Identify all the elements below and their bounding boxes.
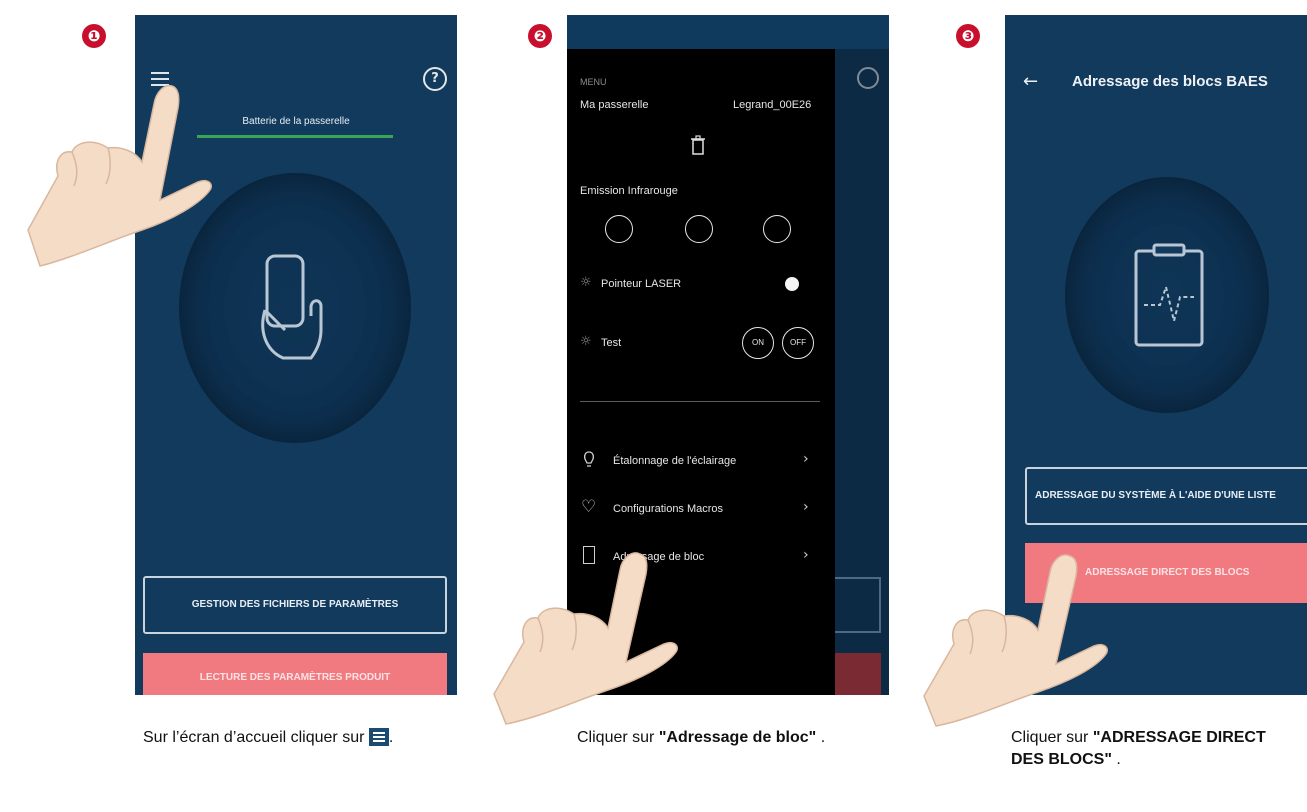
chevron-right-icon: › <box>803 547 809 563</box>
chevron-right-icon: › <box>803 451 809 467</box>
back-arrow-icon[interactable]: ← <box>1023 71 1038 92</box>
heart-icon: ♡ <box>581 497 597 517</box>
help-icon[interactable]: ? <box>423 67 447 91</box>
menu-item-macros[interactable]: ♡ Configurations Macros › <box>567 495 835 525</box>
sun-icon: ☼ <box>580 334 592 349</box>
caption-step-3: Cliquer sur "ADRESSAGE DIRECT DES BLOCS"… <box>1011 727 1307 771</box>
lightbulb-icon <box>583 451 595 467</box>
caption-3-pre: Cliquer sur <box>1011 729 1093 746</box>
ir-high-button[interactable] <box>763 215 791 243</box>
caption-1-text: Sur l’écran d’accueil cliquer sur <box>143 729 365 746</box>
screen-title: Adressage des blocs BAES <box>1072 73 1268 90</box>
status-strip <box>567 15 889 49</box>
step-number-3: ❸ <box>956 24 980 48</box>
test-off-button[interactable]: OFF <box>782 327 814 359</box>
background-button <box>835 577 881 633</box>
phone-in-hand-icon <box>261 254 323 360</box>
clipboard-pulse-icon <box>1134 243 1204 347</box>
sun-icon: ☼ <box>580 275 592 290</box>
list-addressing-button[interactable]: ADRESSAGE DU SYSTÈME À L'AIDE D'UNE LIST… <box>1025 467 1307 525</box>
menu-divider <box>580 401 820 402</box>
battery-bar <box>197 135 393 138</box>
background-help-icon <box>857 67 879 89</box>
direct-addressing-button[interactable]: ADRESSAGE DIRECT DES BLOCS <box>1025 543 1307 603</box>
caption-2-pre: Cliquer sur <box>577 729 659 746</box>
chevron-right-icon: › <box>803 499 809 515</box>
caption-step-1: Sur l’écran d’accueil cliquer sur . <box>143 727 443 749</box>
trash-icon[interactable] <box>690 135 706 155</box>
menu-icon-inline <box>368 728 389 746</box>
step-number-1: ❶ <box>82 24 106 48</box>
screen-block-addressing: ← Adressage des blocs BAES ADRESSAGE DU … <box>1005 15 1307 695</box>
menu-icon[interactable] <box>151 72 169 86</box>
menu-drawer: MENU Ma passerelle Legrand_00E26 Emissio… <box>567 49 835 695</box>
caption-2-end: . <box>816 729 826 746</box>
ir-label: Emission Infrarouge <box>580 185 678 197</box>
menu-item-calibration[interactable]: Étalonnage de l'éclairage › <box>567 447 835 477</box>
test-on-button[interactable]: ON <box>742 327 774 359</box>
menu-item-addressing[interactable]: Adressage de bloc › <box>567 543 835 573</box>
ir-low-button[interactable] <box>605 215 633 243</box>
test-label: Test <box>601 337 622 349</box>
menu-item-label: Étalonnage de l'éclairage <box>613 455 737 467</box>
caption-3-bold-2: DES BLOCS" <box>1011 751 1112 768</box>
laser-label: Pointeur LASER <box>601 278 682 290</box>
battery-label: Batterie de la passerelle <box>242 116 350 127</box>
caption-2-bold: "Adressage de bloc" <box>658 729 817 746</box>
background-pink-button <box>835 653 881 695</box>
caption-3-bold-1: "ADRESSAGE DIRECT <box>1092 729 1266 746</box>
clipboard-icon <box>583 546 595 564</box>
laser-toggle[interactable] <box>785 277 799 291</box>
ir-medium-button[interactable] <box>685 215 713 243</box>
gateway-name: Legrand_00E26 <box>733 99 812 111</box>
screen-home: ? Batterie de la passerelle GESTION DES … <box>135 15 457 695</box>
manage-files-button[interactable]: GESTION DES FICHIERS DE PARAMÈTRES <box>143 576 447 634</box>
read-params-button[interactable]: LECTURE DES PARAMÈTRES PRODUIT <box>143 653 447 695</box>
caption-3-end: . <box>1111 751 1121 768</box>
screen-menu: MENU Ma passerelle Legrand_00E26 Emissio… <box>567 15 889 695</box>
menu-label: MENU <box>580 77 607 87</box>
step-number-2: ❷ <box>528 24 552 48</box>
caption-1-end: . <box>388 729 394 746</box>
menu-item-label: Adressage de bloc <box>613 551 705 563</box>
caption-step-2: Cliquer sur "Adressage de bloc" . <box>577 727 897 749</box>
gateway-label: Ma passerelle <box>580 99 649 111</box>
menu-item-label: Configurations Macros <box>613 503 724 515</box>
